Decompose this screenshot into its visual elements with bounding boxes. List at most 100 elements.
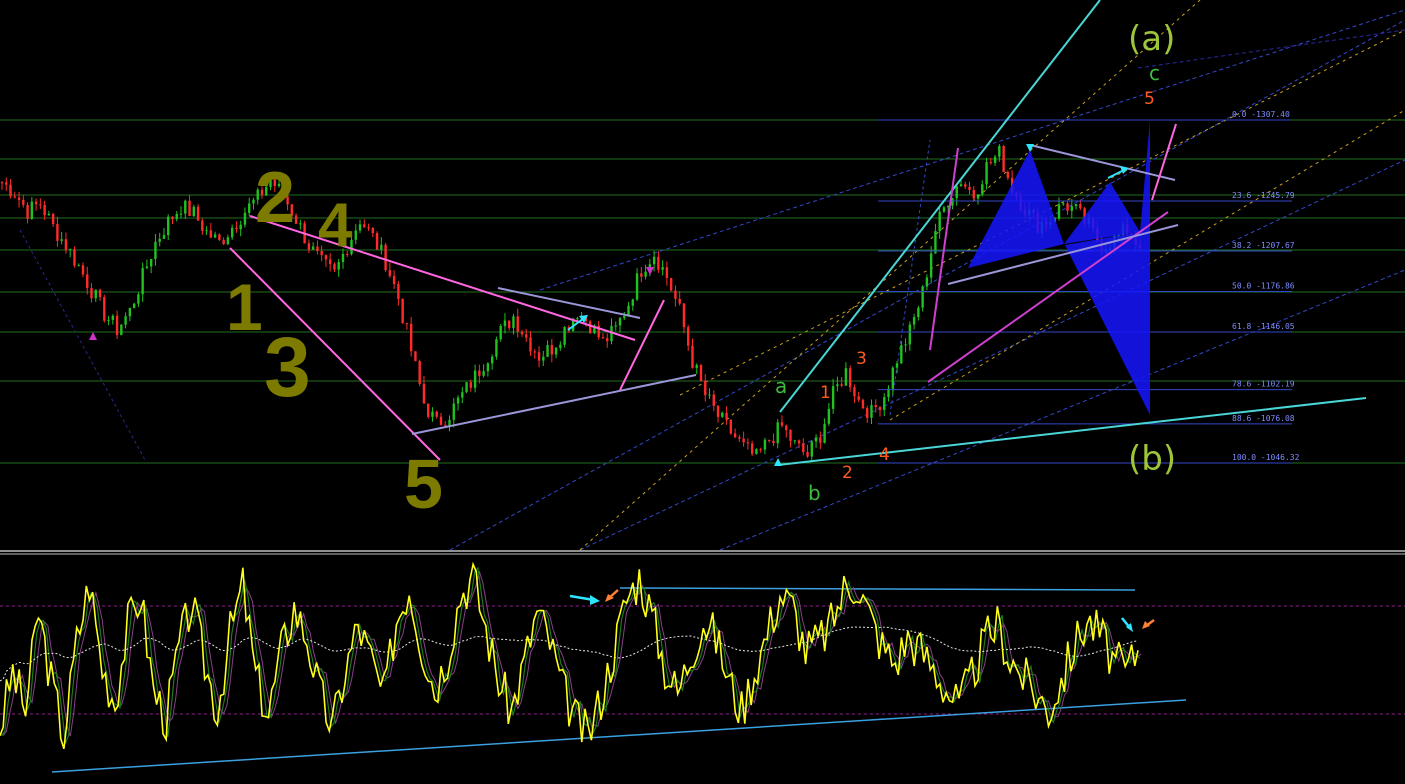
candle-body [201,220,204,231]
candle-body [789,429,792,441]
candle-body [942,207,946,212]
candle-body [120,324,123,336]
candle-body [499,325,502,340]
candle-body [333,264,336,270]
candle-body [682,303,686,328]
candle-body [188,200,191,216]
candle-body [490,356,494,364]
candle-body [797,440,801,444]
candle-body [192,206,195,216]
candle-body [793,440,796,442]
candle-body [469,382,473,388]
candle-body [158,238,161,242]
handwritten-wave-label: 4 [318,191,353,260]
candle-body [895,363,899,368]
candle-body [363,224,366,228]
candle-body [175,213,178,220]
candle-body [47,213,51,216]
candle-body [964,184,967,187]
candle-body [929,253,933,278]
candle-body [925,277,929,287]
candle-body [993,156,997,163]
candle-body [86,274,89,289]
candle-body [767,439,771,441]
candle-body [836,384,839,387]
candle-body [1066,203,1069,211]
candle-body [81,265,85,275]
candle-body [652,256,656,265]
candle-body [802,443,805,452]
candle-body [418,361,421,384]
candle-body [1070,206,1074,211]
candle-body [912,317,916,325]
candle-body [64,239,68,251]
candle-body [529,337,532,352]
candle-body [985,162,988,185]
fib-level-label: 50.0 -1176.86 [1232,282,1295,291]
candle-body [674,290,677,299]
candle-body [43,204,46,216]
candle-body [414,351,417,362]
candle-body [759,449,762,451]
candle-body [729,419,733,434]
candle-body [56,224,59,241]
candle-body [959,184,963,187]
candle-body [785,425,788,430]
candle-body [222,239,225,245]
candle-body [542,356,545,361]
candle-body [704,380,707,396]
candle-body [409,323,413,352]
candle-body [1062,203,1065,205]
candle-body [495,339,498,357]
candle-body [917,307,920,318]
handwritten-wave-label: 2 [255,158,295,238]
candle-body [358,224,362,231]
candle-body [721,412,724,417]
candle-body [107,319,110,321]
candle-body [68,249,72,251]
candle-body [512,316,515,329]
trading-chart[interactable]: 0.0 -1307.40 23.6 -1245.79 38.2 -1207.67 50… [0,0,1405,784]
candle-body [311,246,315,250]
candle-body [635,273,639,300]
candle-body [392,275,396,285]
candle-body [239,224,242,230]
candle-body [520,331,524,335]
candle-body [981,184,984,195]
candle-body [34,201,38,205]
candle-body [486,363,490,372]
candle-body [435,411,438,417]
candle-body [554,347,558,355]
candle-body [422,383,426,404]
candle-body [844,368,848,386]
candle-body [972,189,975,199]
candle-body [111,315,115,320]
candle-body [9,184,12,197]
fib-level-label: 61.8 -1146.05 [1232,322,1295,331]
candle-body [955,186,958,199]
candle-body [661,267,664,270]
candle-body [299,223,302,225]
fib-level-label: 23.6 -1245.79 [1232,191,1295,200]
candle-body [606,338,609,342]
candle-body [184,200,187,214]
candle-body [132,303,136,308]
wave-label: 2 [842,463,853,483]
candle-body [448,419,451,426]
fib-level-label: 100.0 -1046.32 [1232,453,1300,462]
candle-body [162,235,166,239]
wave-label: 4 [879,445,890,465]
candle-body [354,230,357,240]
candle-body [167,216,170,236]
candle-body [431,411,434,417]
candle-body [819,437,822,443]
candle-body [5,182,8,185]
candle-body [444,424,447,426]
wave-label: 3 [856,349,867,369]
candle-body [921,286,924,308]
candle-body [375,233,379,250]
candle-body [588,321,592,334]
candle-body [823,423,826,443]
candle-body [1002,146,1005,173]
candle-body [90,288,93,299]
